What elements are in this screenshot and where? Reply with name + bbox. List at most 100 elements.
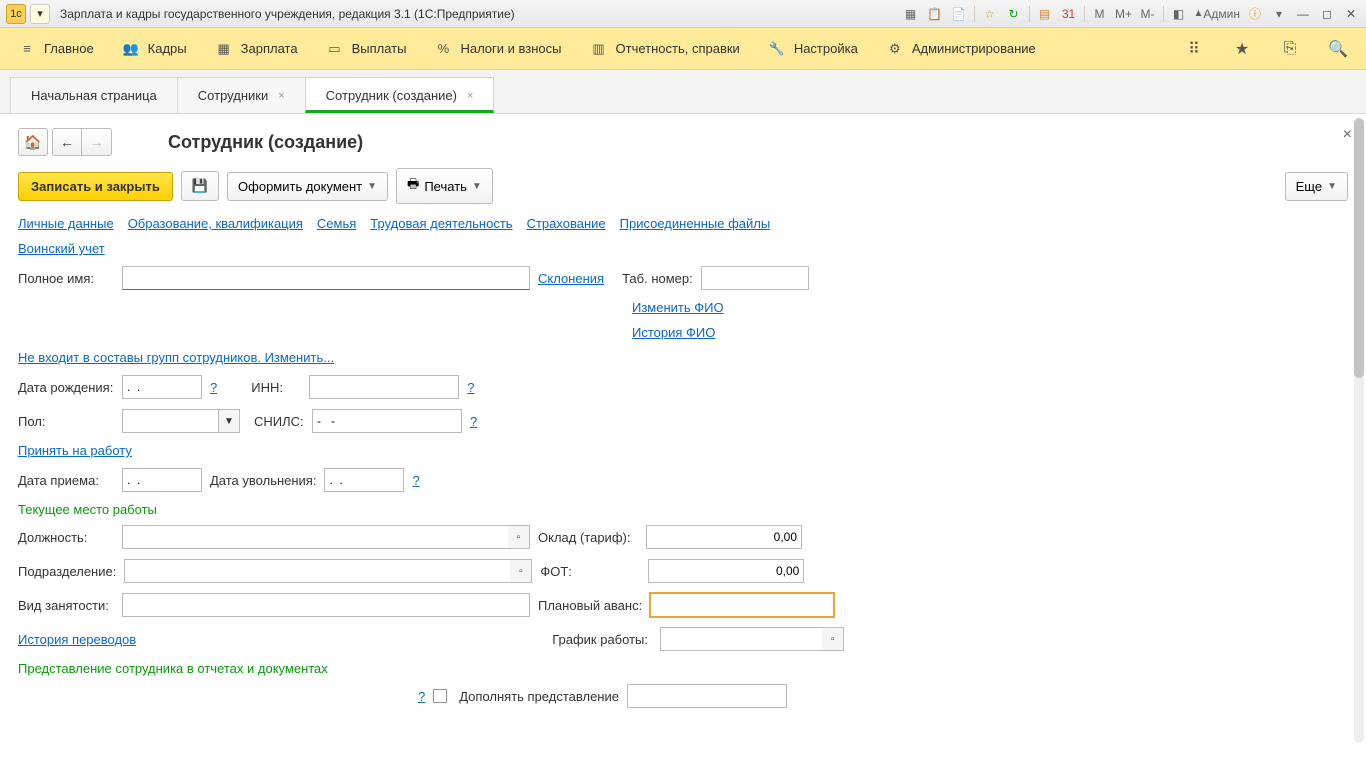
tab-no-input[interactable] <box>701 266 809 290</box>
birth-date-input[interactable] <box>122 375 202 399</box>
label-tab-no: Таб. номер: <box>622 271 693 286</box>
tab-employees[interactable]: Сотрудники× <box>177 77 306 113</box>
menu-icon: ≡ <box>18 40 36 58</box>
label-advance: Плановый аванс: <box>538 598 642 613</box>
label-supplement: Дополнять представление <box>459 689 619 704</box>
print-button[interactable]: 🖶Печать▼ <box>396 168 493 204</box>
maximize-icon[interactable]: ◻ <box>1318 5 1336 23</box>
info-dropdown[interactable]: ▾ <box>1270 5 1288 23</box>
hire-date-input[interactable] <box>122 468 202 492</box>
forward-button[interactable]: → <box>82 128 112 156</box>
chevron-down-icon[interactable]: ▼ <box>218 409 240 433</box>
help-birthdate[interactable]: ? <box>210 380 217 395</box>
help-snils[interactable]: ? <box>470 414 477 429</box>
close-icon[interactable]: ✕ <box>1342 5 1360 23</box>
panel-icon[interactable]: ◧ <box>1170 5 1188 23</box>
help-representation[interactable]: ? <box>418 689 425 704</box>
representation-input[interactable] <box>627 684 787 708</box>
department-input[interactable] <box>124 559 510 583</box>
toolbar-icon-2[interactable]: 📋 <box>926 5 944 23</box>
window-title: Зарплата и кадры государственного учрежд… <box>60 7 898 21</box>
picker-icon[interactable]: ▫ <box>510 559 532 583</box>
mem-mminus[interactable]: M- <box>1139 5 1157 23</box>
clipboard-icon[interactable]: ⎘ <box>1280 39 1300 59</box>
favorite-icon[interactable]: ☆ <box>981 5 999 23</box>
picker-icon[interactable]: ▫ <box>508 525 530 549</box>
info-icon[interactable]: ⓘ <box>1246 5 1264 23</box>
tab-new-employee[interactable]: Сотрудник (создание)× <box>305 77 495 113</box>
supplement-checkbox[interactable] <box>433 689 447 703</box>
people-icon: 👥 <box>122 40 140 58</box>
mem-m[interactable]: M <box>1091 5 1109 23</box>
user-label[interactable]: ▲Админ <box>1194 5 1241 23</box>
link-change-fio[interactable]: Изменить ФИО <box>632 300 724 315</box>
gender-input[interactable] <box>122 409 218 433</box>
label-full-name: Полное имя: <box>18 271 114 286</box>
dropdown-icon[interactable]: ▾ <box>30 4 50 24</box>
percent-icon: % <box>434 40 452 58</box>
tab-close-icon[interactable]: × <box>278 90 284 102</box>
full-name-input[interactable] <box>122 266 530 290</box>
save-button[interactable]: 💾 <box>181 171 219 201</box>
help-firedate[interactable]: ? <box>412 473 419 488</box>
link-military[interactable]: Воинский учет <box>18 241 105 256</box>
link-insurance[interactable]: Страхование <box>527 216 606 231</box>
tab-close-icon[interactable]: × <box>467 90 473 102</box>
search-icon[interactable]: 🔍 <box>1328 39 1348 59</box>
link-groups[interactable]: Не входит в составы групп сотрудников. И… <box>18 350 334 365</box>
link-labor[interactable]: Трудовая деятельность <box>370 216 512 231</box>
link-family[interactable]: Семья <box>317 216 356 231</box>
link-education[interactable]: Образование, квалификация <box>128 216 303 231</box>
salary-input[interactable] <box>646 525 802 549</box>
menu-personnel[interactable]: 👥Кадры <box>122 40 187 58</box>
employment-input[interactable] <box>122 593 530 617</box>
menu-reports[interactable]: ▥Отчетность, справки <box>590 40 740 58</box>
page-close-icon[interactable]: × <box>1343 126 1352 144</box>
history-icon[interactable]: ↻ <box>1005 5 1023 23</box>
section-representation: Представление сотрудника в отчетах и док… <box>18 661 1348 676</box>
link-hire[interactable]: Принять на работу <box>18 443 132 458</box>
link-declensions[interactable]: Склонения <box>538 271 604 286</box>
menu-main[interactable]: ≡Главное <box>18 40 94 58</box>
more-button[interactable]: Еще▼ <box>1285 172 1348 201</box>
fot-input[interactable] <box>648 559 804 583</box>
toolbar-icon-3[interactable]: 📄 <box>950 5 968 23</box>
tab-start[interactable]: Начальная страница <box>10 77 178 113</box>
link-personal[interactable]: Личные данные <box>18 216 114 231</box>
scrollbar-thumb[interactable] <box>1354 118 1364 378</box>
menu-admin[interactable]: ⚙Администрирование <box>886 40 1036 58</box>
picker-icon[interactable]: ▫ <box>822 627 844 651</box>
toolbar-icon-1[interactable]: ▦ <box>902 5 920 23</box>
position-input[interactable] <box>122 525 508 549</box>
label-snils: СНИЛС: <box>254 414 304 429</box>
minimize-icon[interactable]: — <box>1294 5 1312 23</box>
menu-salary[interactable]: ▦Зарплата <box>215 40 298 58</box>
save-close-button[interactable]: Записать и закрыть <box>18 172 173 201</box>
calc-icon[interactable]: ▤ <box>1036 5 1054 23</box>
menu-taxes[interactable]: %Налоги и взносы <box>434 40 561 58</box>
menu-settings[interactable]: 🔧Настройка <box>768 40 858 58</box>
schedule-input[interactable] <box>660 627 822 651</box>
mem-mplus[interactable]: M+ <box>1115 5 1133 23</box>
help-inn[interactable]: ? <box>467 380 474 395</box>
apps-icon[interactable]: ⠿ <box>1184 39 1204 59</box>
table-icon: ▦ <box>215 40 233 58</box>
create-doc-button[interactable]: Оформить документ▼ <box>227 172 388 201</box>
app-icon[interactable]: 1c <box>6 4 26 24</box>
inn-input[interactable] <box>309 375 459 399</box>
gender-select[interactable]: ▼ <box>122 409 240 433</box>
snils-input[interactable] <box>312 409 462 433</box>
label-employment: Вид занятости: <box>18 598 114 613</box>
advance-input[interactable] <box>650 593 834 617</box>
fire-date-input[interactable] <box>324 468 404 492</box>
label-gender: Пол: <box>18 414 114 429</box>
star-icon[interactable]: ★ <box>1232 39 1252 59</box>
link-transfers[interactable]: История переводов <box>18 632 136 647</box>
calendar-icon[interactable]: 31 <box>1060 5 1078 23</box>
back-button[interactable]: ← <box>52 128 82 156</box>
doc-icon: ▥ <box>590 40 608 58</box>
menu-payments[interactable]: ▭Выплаты <box>326 40 407 58</box>
link-files[interactable]: Присоединенные файлы <box>620 216 771 231</box>
home-button[interactable]: 🏠 <box>18 128 48 156</box>
link-history-fio[interactable]: История ФИО <box>632 325 715 340</box>
